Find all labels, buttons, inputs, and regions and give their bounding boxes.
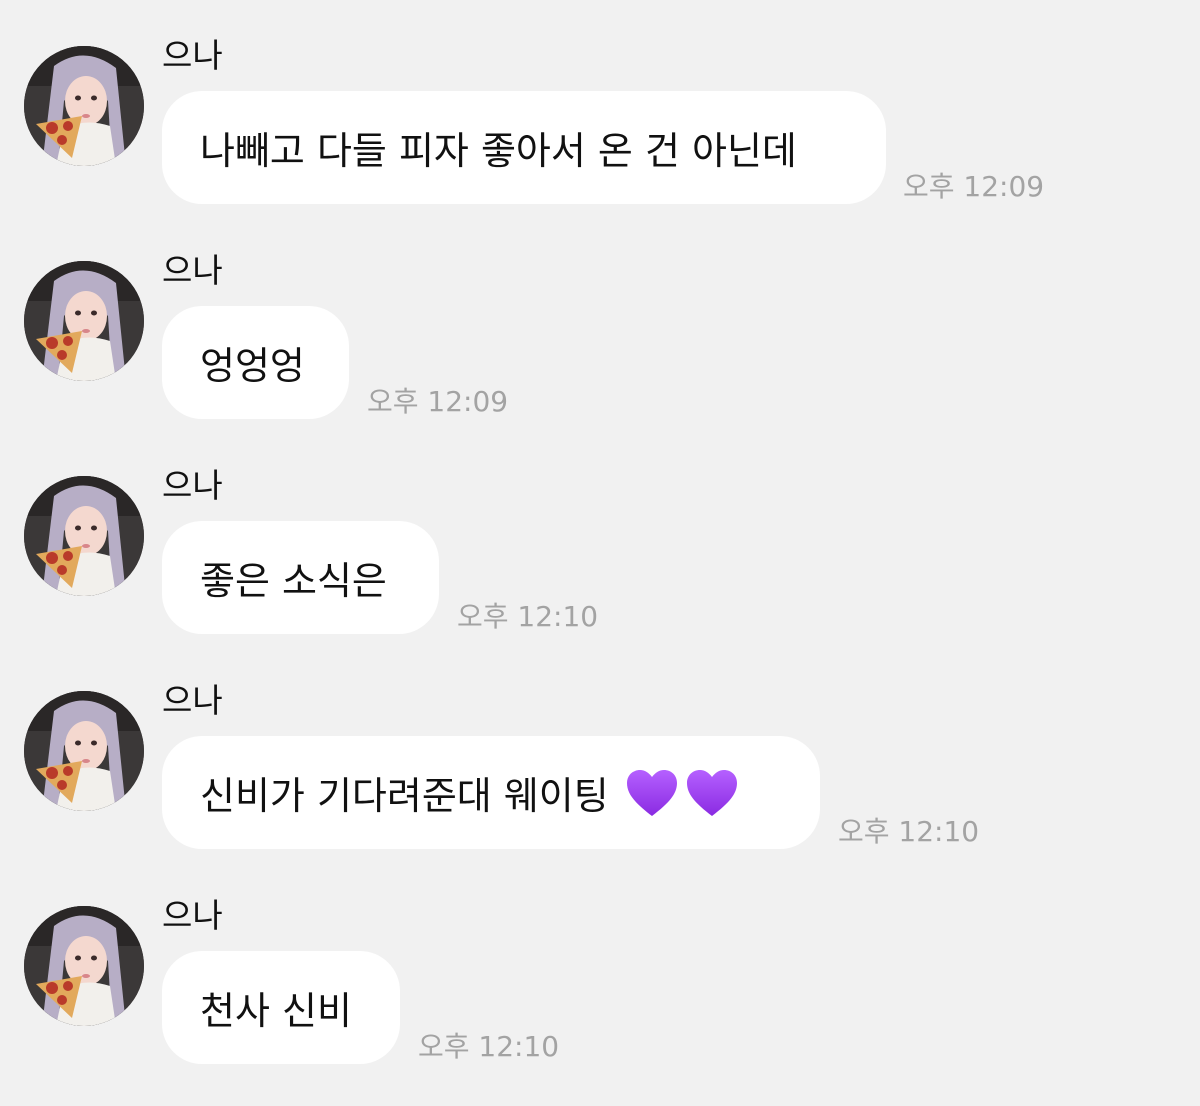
message-timestamp: 오후 12:09 (903, 170, 1045, 203)
message-bubble[interactable]: 천사 신비 (162, 951, 400, 1064)
message-row: 으나 좋은 소식은 오후 12:10 (0, 466, 1200, 676)
avatar[interactable] (24, 476, 144, 596)
avatar[interactable] (24, 906, 144, 1026)
message-row: 으나 신비가 기다려준대 웨이팅 오후 12:10 (0, 681, 1200, 891)
profile-photo (24, 691, 144, 811)
profile-photo (24, 476, 144, 596)
sender-name: 으나 (162, 36, 223, 75)
purple-heart-icon (625, 768, 679, 818)
message-text: 엉엉엉 (200, 344, 305, 388)
message-timestamp: 오후 12:09 (367, 385, 509, 418)
profile-photo (24, 906, 144, 1026)
message-timestamp: 오후 12:10 (418, 1030, 560, 1063)
sender-name: 으나 (162, 251, 223, 290)
sender-name: 으나 (162, 896, 223, 935)
sender-name: 으나 (162, 681, 223, 720)
avatar[interactable] (24, 691, 144, 811)
message-row: 으나 천사 신비 오후 12:10 (0, 896, 1200, 1106)
message-row: 으나 엉엉엉 오후 12:09 (0, 251, 1200, 461)
message-bubble[interactable]: 나빼고 다들 피자 좋아서 온 건 아닌데 (162, 91, 886, 204)
message-timestamp: 오후 12:10 (457, 600, 599, 633)
avatar[interactable] (24, 261, 144, 381)
profile-photo (24, 261, 144, 381)
profile-photo (24, 46, 144, 166)
message-bubble[interactable]: 신비가 기다려준대 웨이팅 (162, 736, 820, 849)
purple-heart-icon (685, 768, 739, 818)
message-text: 좋은 소식은 (200, 559, 387, 603)
message-text: 나빼고 다들 피자 좋아서 온 건 아닌데 (200, 129, 797, 173)
message-bubble[interactable]: 엉엉엉 (162, 306, 349, 419)
message-row: 으나 나빼고 다들 피자 좋아서 온 건 아닌데 오후 12:09 (0, 36, 1200, 246)
message-text: 신비가 기다려준대 웨이팅 (200, 774, 609, 818)
message-timestamp: 오후 12:10 (838, 815, 980, 848)
message-text: 천사 신비 (200, 989, 352, 1033)
message-bubble[interactable]: 좋은 소식은 (162, 521, 439, 634)
sender-name: 으나 (162, 466, 223, 505)
avatar[interactable] (24, 46, 144, 166)
